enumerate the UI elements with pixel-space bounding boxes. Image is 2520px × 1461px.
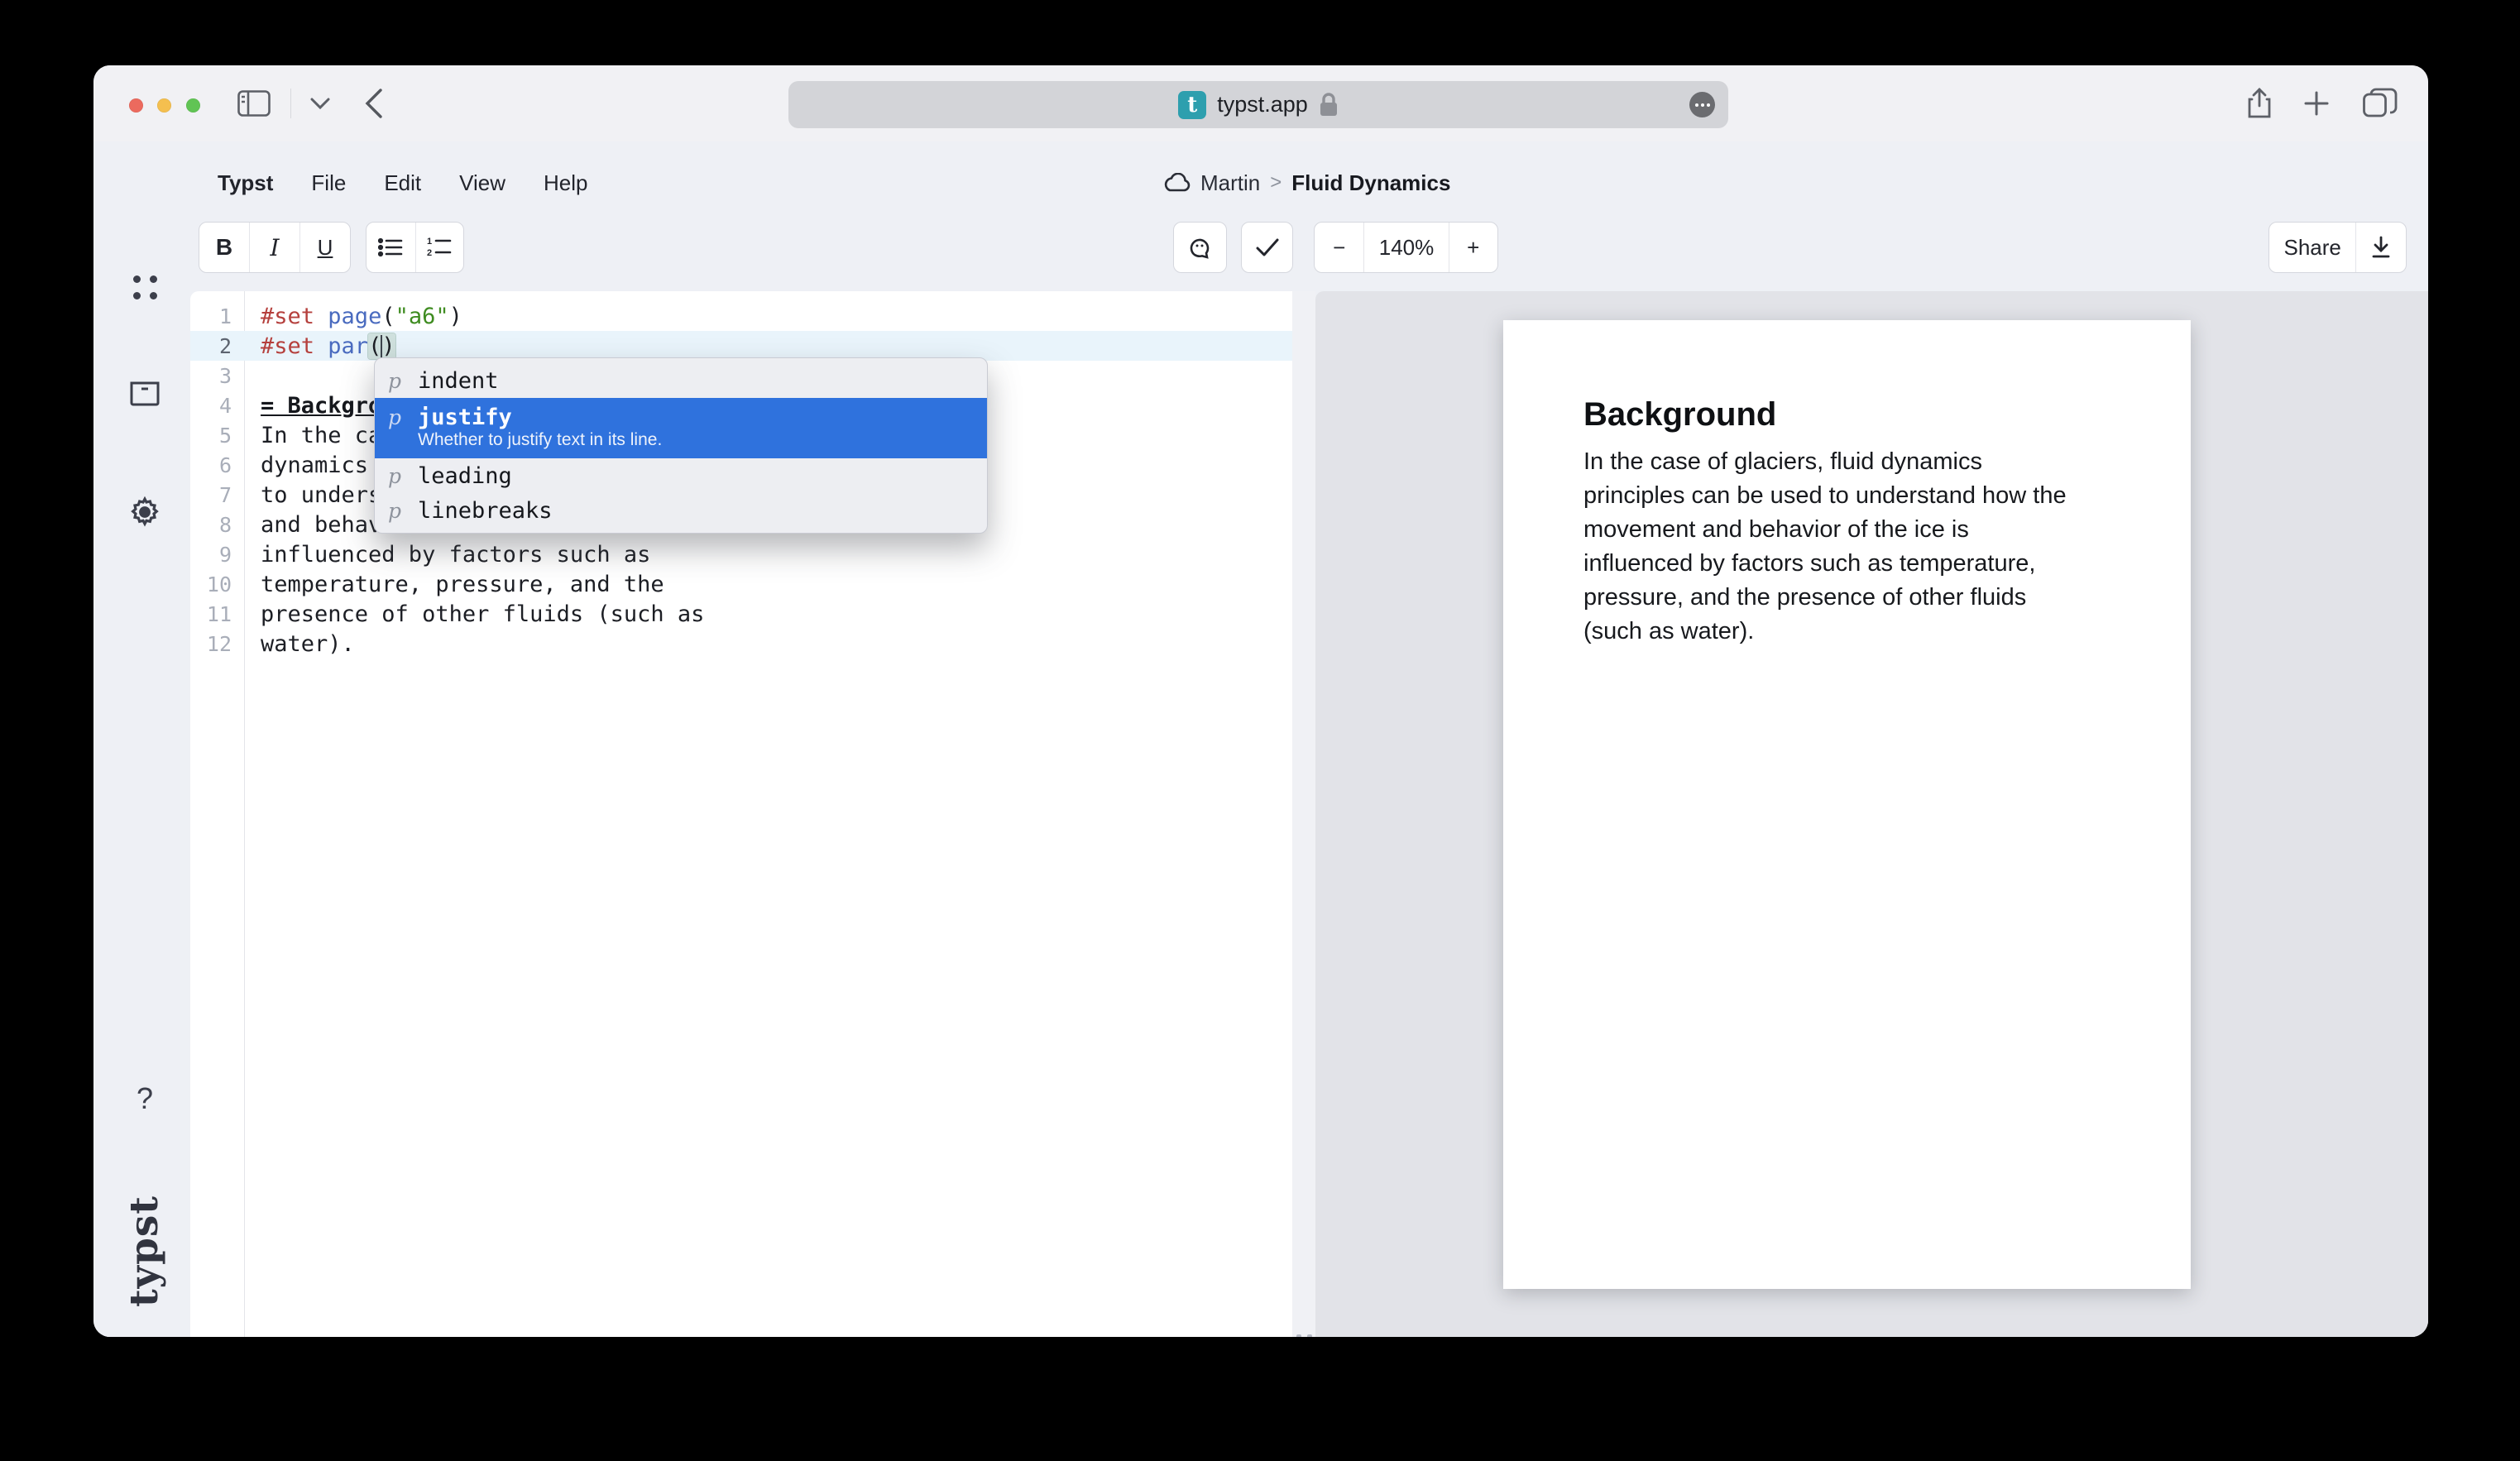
zoom-in-button[interactable]: + bbox=[1449, 223, 1497, 272]
new-tab-plus-icon[interactable] bbox=[2297, 85, 2336, 122]
line-number: 10 bbox=[190, 572, 232, 596]
autocomplete-item-description: Whether to justify text in its line. bbox=[418, 430, 662, 449]
menu-item-file[interactable]: File bbox=[311, 170, 346, 196]
tab-overview-icon[interactable] bbox=[2359, 85, 2402, 122]
underline-button[interactable]: U bbox=[300, 223, 350, 272]
share-page-icon[interactable] bbox=[2240, 85, 2278, 122]
document-page: Background In the case of glaciers, flui… bbox=[1503, 320, 2191, 1289]
code-line-11[interactable]: 11 presence of other fluids (such as bbox=[190, 599, 1292, 629]
menu-item-edit[interactable]: Edit bbox=[384, 170, 421, 196]
line-number: 8 bbox=[190, 513, 232, 537]
app-grid-icon[interactable] bbox=[122, 275, 168, 299]
menu-item-view[interactable]: View bbox=[459, 170, 505, 196]
code-editor-pane[interactable]: 1#set page("a6")2#set par()34= Backgroun… bbox=[190, 291, 1292, 1337]
traffic-light-maximize[interactable] bbox=[186, 98, 200, 113]
svg-text:2: 2 bbox=[427, 248, 432, 258]
text-caret bbox=[381, 335, 382, 358]
breadcrumb-workspace[interactable]: Martin bbox=[1200, 170, 1260, 196]
browser-window: t typst.app Typst File Edit View Help Martin bbox=[93, 65, 2428, 1337]
chevron-down-icon[interactable] bbox=[302, 85, 338, 122]
autocomplete-item-justify[interactable]: pjustifyWhether to justify text in its l… bbox=[375, 398, 987, 458]
line-number: 2 bbox=[190, 334, 232, 358]
code-line-10[interactable]: 10 temperature, pressure, and the bbox=[190, 569, 1292, 599]
breadcrumb-document: Fluid Dynamics bbox=[1291, 170, 1450, 196]
line-number: 7 bbox=[190, 483, 232, 507]
line-number: 9 bbox=[190, 543, 232, 567]
code-text: #set page("a6") bbox=[261, 304, 462, 329]
code-text: influenced by factors such as bbox=[261, 542, 650, 568]
typst-app: Typst File Edit View Help Martin > Fluid Dyn… bbox=[93, 141, 2428, 1337]
code-line-1[interactable]: 1 #set page("a6") bbox=[190, 301, 1292, 331]
help-icon[interactable]: ? bbox=[122, 1081, 168, 1116]
comment-icon bbox=[1187, 235, 1214, 260]
menu-item-typst[interactable]: Typst bbox=[218, 170, 273, 196]
browser-titlebar: t typst.app bbox=[93, 65, 2428, 142]
download-icon bbox=[2370, 236, 2392, 259]
numbered-list-button[interactable]: 1 2 bbox=[416, 223, 464, 272]
page-settings-ellipsis-icon[interactable] bbox=[1689, 92, 1715, 117]
files-tray-icon[interactable] bbox=[122, 380, 168, 408]
line-number: 4 bbox=[190, 394, 232, 418]
sidebar-toggle-icon[interactable] bbox=[229, 85, 279, 122]
comment-button[interactable] bbox=[1174, 223, 1226, 272]
code-text: presence of other fluids (such as bbox=[261, 601, 704, 627]
svg-text:1: 1 bbox=[427, 237, 432, 247]
app-menubar: Typst File Edit View Help bbox=[218, 161, 588, 204]
zoom-out-button[interactable]: − bbox=[1315, 223, 1364, 272]
breadcrumb[interactable]: Martin > Fluid Dynamics bbox=[1162, 161, 1450, 204]
code-text: #set par() bbox=[261, 333, 395, 359]
list-button-group: 1 2 bbox=[366, 222, 464, 273]
format-button-group: B I U bbox=[199, 222, 351, 273]
line-number: 11 bbox=[190, 602, 232, 626]
zoom-level-value[interactable]: 140% bbox=[1364, 223, 1449, 272]
url-bar[interactable]: t typst.app bbox=[788, 81, 1728, 128]
bold-button[interactable]: B bbox=[199, 223, 250, 272]
autocomplete-item-leading[interactable]: pleading bbox=[375, 458, 987, 493]
autocomplete-dropdown: pindentpjustifyWhether to justify text i… bbox=[374, 357, 988, 534]
traffic-light-minimize[interactable] bbox=[157, 98, 171, 113]
download-button[interactable] bbox=[2356, 223, 2406, 272]
comments-button-group bbox=[1173, 222, 1227, 273]
lock-icon bbox=[1319, 93, 1339, 117]
line-number: 12 bbox=[190, 632, 232, 656]
code-text: temperature, pressure, and the bbox=[261, 572, 664, 597]
page-heading: Background bbox=[1503, 320, 2191, 434]
cloud-icon bbox=[1162, 173, 1191, 193]
line-number: 6 bbox=[190, 453, 232, 477]
page-paragraph: In the case of glaciers, fluid dynamics … bbox=[1503, 434, 2191, 649]
autocomplete-item-linebreaks[interactable]: plinebreaks bbox=[375, 493, 987, 528]
italic-button[interactable]: I bbox=[250, 223, 300, 272]
code-line-12[interactable]: 12 water). bbox=[190, 629, 1292, 659]
bullet-list-icon bbox=[378, 237, 403, 257]
settings-gear-icon[interactable] bbox=[122, 496, 168, 529]
line-number: 1 bbox=[190, 304, 232, 328]
share-button-group: Share bbox=[2268, 222, 2407, 273]
line-number: 5 bbox=[190, 424, 232, 448]
pane-resize-divider[interactable] bbox=[1292, 291, 1315, 1337]
chrome-divider bbox=[290, 89, 291, 118]
bullet-list-button[interactable] bbox=[367, 223, 416, 272]
traffic-light-close[interactable] bbox=[129, 98, 143, 113]
breadcrumb-separator: > bbox=[1270, 171, 1282, 194]
back-icon[interactable] bbox=[353, 85, 395, 122]
url-text: typst.app bbox=[1217, 92, 1308, 117]
autocomplete-item-indent[interactable]: pindent bbox=[375, 363, 987, 398]
check-button[interactable] bbox=[1242, 223, 1292, 272]
screenshot-canvas: { "browser": { "url_text": "typst.app", … bbox=[0, 0, 2520, 1461]
drag-handle-icon[interactable] bbox=[1296, 1334, 1312, 1337]
preview-pane[interactable]: Background In the case of glaciers, flui… bbox=[1315, 291, 2428, 1337]
line-number: 3 bbox=[190, 364, 232, 388]
code-line-9[interactable]: 9 influenced by factors such as bbox=[190, 539, 1292, 569]
share-button[interactable]: Share bbox=[2269, 223, 2356, 272]
typst-favicon: t bbox=[1178, 91, 1206, 119]
check-icon bbox=[1256, 238, 1279, 256]
numbered-list-icon: 1 2 bbox=[427, 237, 452, 258]
code-text: water). bbox=[261, 631, 355, 657]
zoom-control-group: − 140% + bbox=[1314, 222, 1498, 273]
code-line-2[interactable]: 2 #set par() bbox=[190, 331, 1292, 361]
typst-logo: typst bbox=[115, 1189, 175, 1313]
menu-item-help[interactable]: Help bbox=[544, 170, 587, 196]
check-button-group bbox=[1241, 222, 1293, 273]
